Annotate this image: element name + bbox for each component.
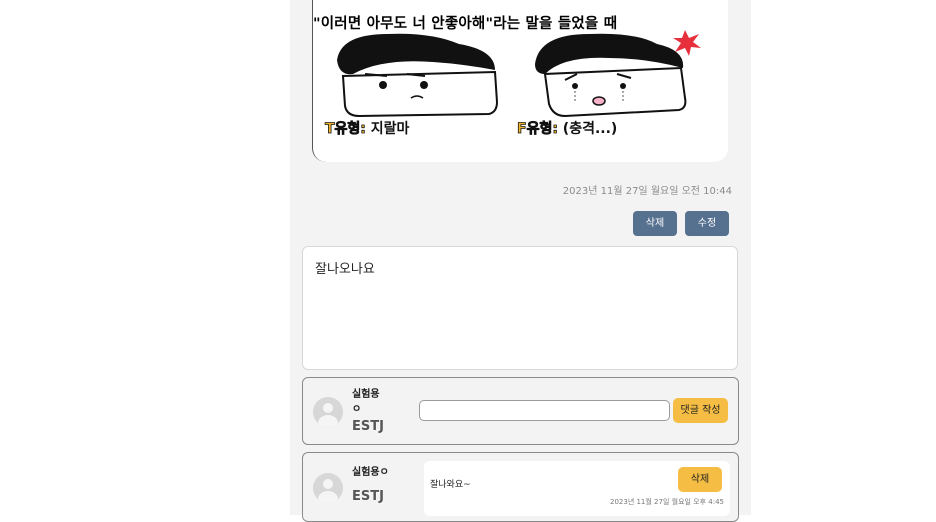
edit-post-button[interactable]: 수정 [685,211,729,236]
post-body: 잘나오나요 [302,246,738,370]
comment-item: 실험용ㅇ ESTJ 잘나와요~ 2023년 11월 27일 월요일 오후 4:4… [302,452,739,522]
post-body-text: 잘나오나요 [315,262,375,277]
comment-text: 잘나와요~ [430,480,471,490]
t-type-label: T유형: 지랄마 [325,118,410,138]
post-image: "이러면 아무도 너 안좋아해"라는 말을 들었을 때 T유형: 지랄마 F유형… [312,0,728,162]
avatar [313,397,343,427]
f-type-tag: F유형: [517,121,559,138]
post-timestamp: 2023년 11월 27일 월요일 오전 10:44 [562,186,732,197]
t-type-text: 지랄마 [365,121,410,137]
comment-mbti: ESTJ [352,489,384,504]
avatar [313,473,343,503]
t-type-tag: T유형: [325,121,367,138]
delete-comment-button[interactable]: 삭제 [678,467,722,492]
post-column: "이러면 아무도 너 안좋아해"라는 말을 들었을 때 T유형: 지랄마 F유형… [290,0,751,522]
comment-form: 실험용ㅇ ESTJ 댓글 작성 [302,377,739,445]
comment-date: 2023년 11월 27일 월요일 오후 4:45 [610,498,724,506]
comment-bubble: 잘나와요~ 2023년 11월 27일 월요일 오후 4:45 삭제 [424,461,730,516]
f-type-text: (충격...) [557,121,618,137]
f-type-label: F유형: (충격...) [517,118,618,138]
comment-input[interactable] [419,400,670,421]
submit-comment-button[interactable]: 댓글 작성 [673,398,728,423]
comment-form-mbti: ESTJ [352,419,384,434]
comment-form-username: 실험용ㅇ [352,389,380,415]
delete-post-button[interactable]: 삭제 [633,211,677,236]
comment-username: 실험용ㅇ [352,467,389,478]
